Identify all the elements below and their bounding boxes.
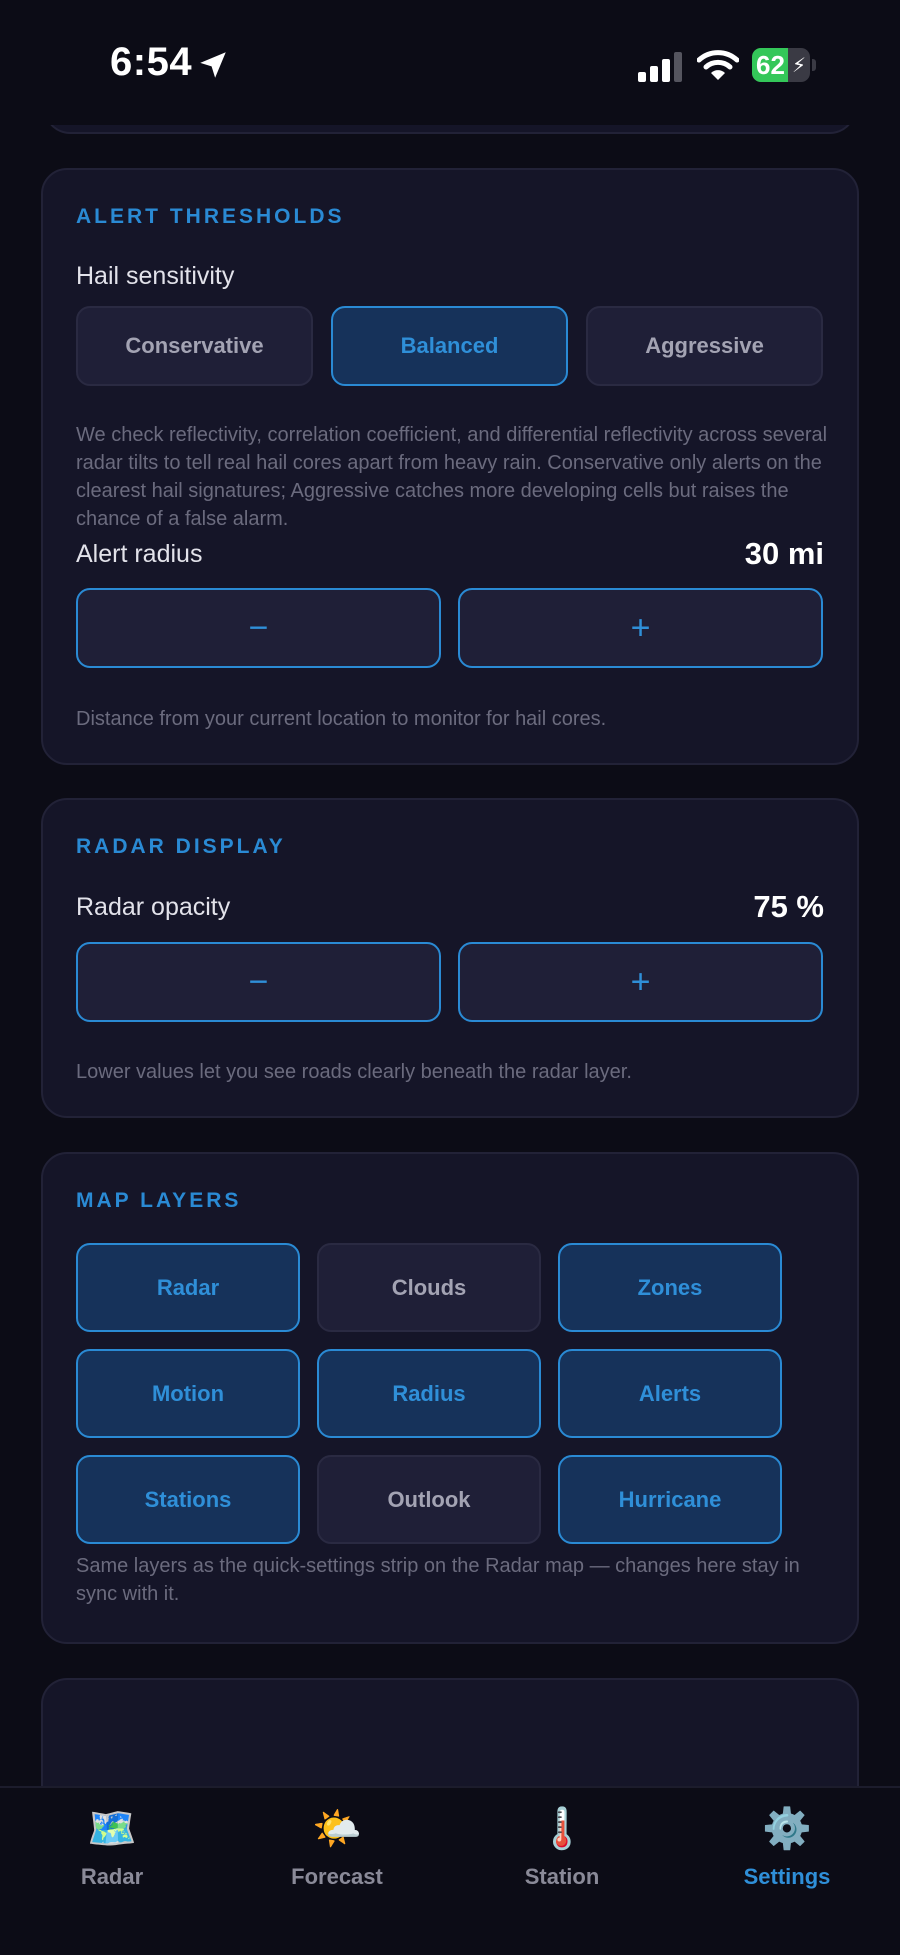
settings-screen: 6:54 62 ⚡ ALERT THRESHOLDS Hail sensitiv… xyxy=(0,0,900,1955)
section-title-alert-thresholds: ALERT THRESHOLDS xyxy=(76,205,345,228)
radar-opacity-description: Lower values let you see roads clearly b… xyxy=(76,1061,632,1083)
sun-cloud-icon: 🌤️ xyxy=(312,1807,362,1851)
alert-radius-increase-button[interactable]: + xyxy=(458,588,823,668)
layer-toggle-radar[interactable]: Radar xyxy=(76,1243,300,1332)
tab-radar-label: Radar xyxy=(80,1864,144,1889)
layer-toggle-radius[interactable]: Radius xyxy=(317,1349,541,1438)
map-icon: 🗺️ xyxy=(87,1807,137,1851)
layer-toggle-zones[interactable]: Zones xyxy=(558,1243,782,1332)
tab-bar: 🗺️ Radar 🌤️ Forecast 🌡️ Station ⚙️ Setti… xyxy=(0,1786,900,1955)
layer-toggle-stations[interactable]: Stations xyxy=(76,1455,300,1544)
radar-opacity-value: 75 % xyxy=(753,889,824,924)
radar-opacity-increase-button[interactable]: + xyxy=(458,942,823,1022)
radar-display-card: RADAR DISPLAY Radar opacity 75 % − + Low… xyxy=(41,798,859,1118)
layer-toggle-clouds[interactable]: Clouds xyxy=(317,1243,541,1332)
tab-settings-label: Settings xyxy=(743,1864,831,1889)
hail-sensitivity-description: We check reflectivity, correlation coeff… xyxy=(76,424,828,530)
tab-settings[interactable]: ⚙️ Settings xyxy=(697,1804,877,1890)
battery-indicator: 62 ⚡ xyxy=(752,48,816,82)
wifi-icon xyxy=(697,50,739,80)
map-layers-description: Same layers as the quick-settings strip … xyxy=(76,1555,800,1605)
hail-sensitivity-label: Hail sensitivity xyxy=(76,262,235,290)
map-layers-card: MAP LAYERS Radar Clouds Zones Motion Rad… xyxy=(41,1152,859,1644)
charging-bolt-icon: ⚡ xyxy=(792,55,807,77)
layer-toggle-motion[interactable]: Motion xyxy=(76,1349,300,1438)
cellular-signal-icon xyxy=(638,52,682,82)
tab-forecast[interactable]: 🌤️ Forecast xyxy=(247,1804,427,1890)
alert-radius-description: Distance from your current location to m… xyxy=(76,708,607,730)
tab-station[interactable]: 🌡️ Station xyxy=(472,1804,652,1890)
layer-toggle-outlook[interactable]: Outlook xyxy=(317,1455,541,1544)
battery-level: 62 xyxy=(756,50,785,80)
tab-forecast-label: Forecast xyxy=(291,1864,383,1889)
location-arrow-icon xyxy=(200,52,226,78)
alert-radius-decrease-button[interactable]: − xyxy=(76,588,441,668)
tab-station-label: Station xyxy=(524,1864,600,1889)
tab-radar[interactable]: 🗺️ Radar xyxy=(22,1804,202,1890)
layer-toggle-hurricane[interactable]: Hurricane xyxy=(558,1455,782,1544)
status-time: 6:54 xyxy=(110,40,193,84)
section-title-map-layers: MAP LAYERS xyxy=(76,1189,242,1212)
layer-toggle-alerts[interactable]: Alerts xyxy=(558,1349,782,1438)
alert-radius-label: Alert radius xyxy=(76,540,203,568)
sensitivity-option-aggressive[interactable]: Aggressive xyxy=(586,306,823,386)
alert-thresholds-card: ALERT THRESHOLDS Hail sensitivity Conser… xyxy=(41,168,859,765)
section-title-radar-display: RADAR DISPLAY xyxy=(76,835,286,858)
sensitivity-option-conservative[interactable]: Conservative xyxy=(76,306,313,386)
sensitivity-option-balanced[interactable]: Balanced xyxy=(331,306,568,386)
radar-opacity-decrease-button[interactable]: − xyxy=(76,942,441,1022)
status-bar: 6:54 62 ⚡ xyxy=(0,0,900,125)
gear-icon: ⚙️ xyxy=(762,1807,812,1851)
thermometer-icon: 🌡️ xyxy=(537,1807,587,1851)
radar-opacity-label: Radar opacity xyxy=(76,893,231,921)
alert-radius-value: 30 mi xyxy=(744,536,824,571)
next-settings-card xyxy=(41,1678,859,1798)
